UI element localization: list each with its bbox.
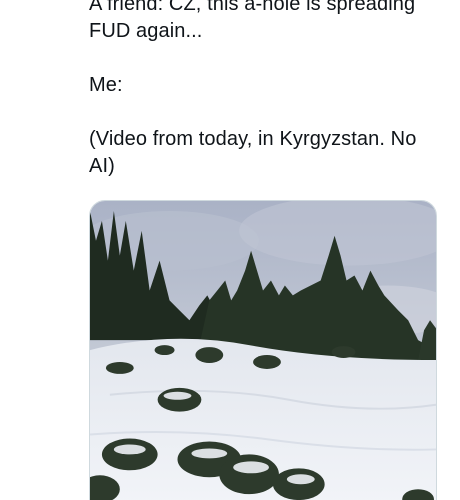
tweet-text: A friend: CZ, this a-hole is spreading F…	[89, 0, 439, 180]
tweet-video[interactable]	[89, 200, 437, 500]
tweet-line-3: Me:	[89, 74, 123, 96]
tweet-line-4: (Video from today, in Kyrgyzstan. No	[89, 128, 417, 150]
tweet-line-5: AI)	[89, 155, 115, 177]
tweet-line-2: FUD again...	[89, 20, 203, 42]
video-frame	[90, 201, 436, 500]
tweet-line-1: A friend: CZ, this a-hole is spreading	[89, 0, 416, 15]
